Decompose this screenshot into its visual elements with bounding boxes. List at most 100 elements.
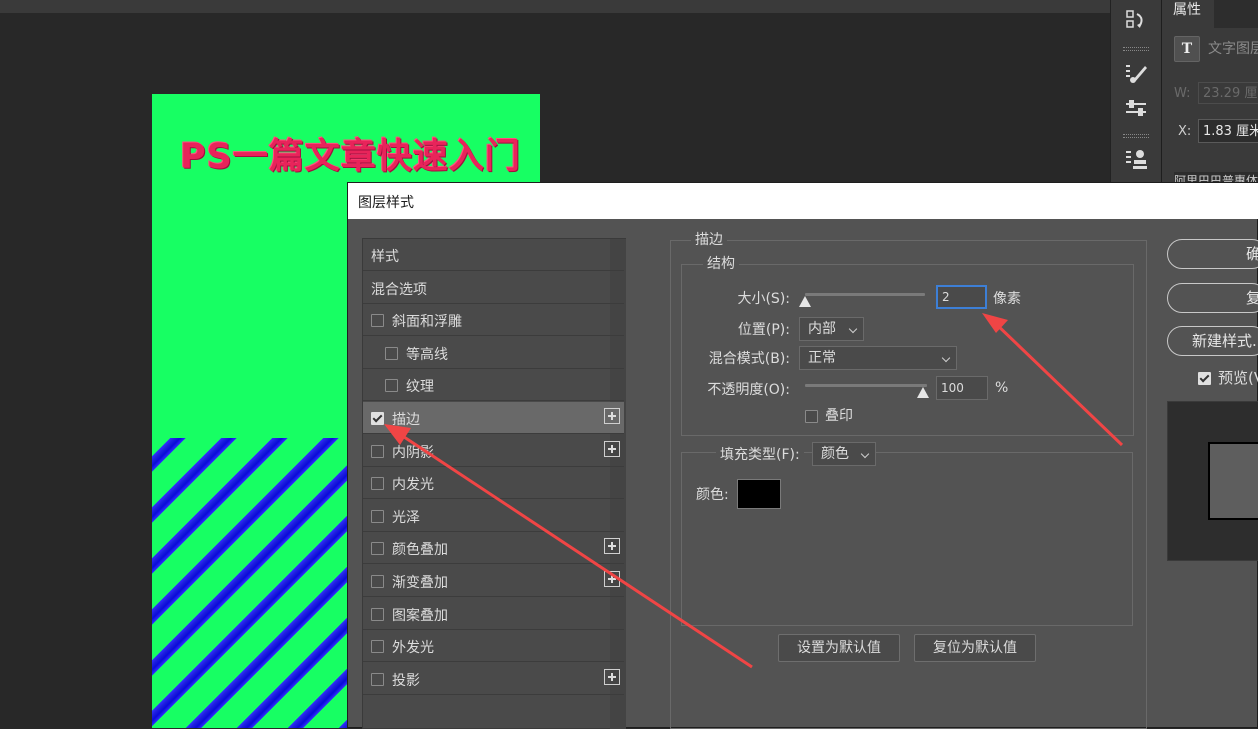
position-value: 内部 bbox=[808, 321, 836, 337]
x-field[interactable]: 1.83 厘米 bbox=[1198, 119, 1258, 143]
style-rows: 样式混合选项斜面和浮雕等高线纹理描边内阴影内发光光泽颜色叠加渐变叠加图案叠加外发… bbox=[362, 239, 624, 729]
style-item[interactable]: 颜色叠加 bbox=[363, 532, 624, 565]
style-item[interactable]: 图案叠加 bbox=[363, 598, 624, 630]
x-label: X: bbox=[1178, 124, 1192, 139]
add-effect-icon[interactable] bbox=[604, 571, 620, 587]
style-item[interactable]: 斜面和浮雕 bbox=[363, 304, 624, 337]
style-checkbox[interactable] bbox=[371, 444, 384, 458]
set-default-button[interactable]: 设置为默认值 bbox=[778, 634, 900, 662]
font-field[interactable]: 阿里巴巴普惠体 bbox=[1174, 172, 1258, 182]
fill-type-label: 填充类型(F): bbox=[716, 444, 804, 464]
style-item[interactable]: 纹理 bbox=[363, 369, 624, 402]
style-item-label: 内阴影 bbox=[392, 444, 434, 461]
style-item[interactable]: 样式 bbox=[363, 239, 624, 271]
layer-comps-icon[interactable] bbox=[1123, 8, 1149, 32]
style-item[interactable]: 混合选项 bbox=[363, 272, 624, 304]
color-label: 颜色: bbox=[696, 487, 729, 503]
preview-swatch bbox=[1208, 442, 1258, 520]
size-label: 大小(S): bbox=[737, 291, 790, 307]
style-item[interactable]: 内发光 bbox=[363, 467, 624, 500]
stroke-color-swatch[interactable] bbox=[737, 479, 781, 509]
dialog-titlebar[interactable]: 图层样式 bbox=[348, 183, 1258, 219]
opacity-input[interactable]: 100 bbox=[936, 376, 988, 400]
style-checkbox[interactable] bbox=[371, 672, 384, 686]
fill-type-value: 颜色 bbox=[821, 446, 849, 462]
opacity-label: 不透明度(O): bbox=[707, 382, 790, 398]
style-item-label: 投影 bbox=[392, 672, 420, 689]
add-effect-icon[interactable] bbox=[604, 668, 620, 685]
preview-checkbox[interactable] bbox=[1198, 372, 1211, 385]
style-checkbox[interactable] bbox=[371, 477, 384, 491]
new-style-button[interactable]: 新建样式... bbox=[1167, 326, 1258, 356]
reset-default-button[interactable]: 复位为默认值 bbox=[914, 634, 1036, 662]
style-checkbox[interactable] bbox=[371, 575, 384, 588]
style-item-label: 内发光 bbox=[392, 477, 434, 494]
add-effect-icon[interactable] bbox=[604, 538, 620, 555]
style-checkbox[interactable] bbox=[371, 640, 384, 654]
tab-properties[interactable]: 属性 bbox=[1162, 0, 1214, 28]
blend-mode-value: 正常 bbox=[808, 350, 836, 366]
panel-grip[interactable] bbox=[1123, 134, 1149, 138]
style-checkbox[interactable] bbox=[371, 607, 384, 621]
chevron-down-icon bbox=[848, 324, 858, 334]
opacity-unit: % bbox=[995, 380, 1009, 396]
overprint-label: 叠印 bbox=[825, 408, 853, 424]
brush-settings-icon[interactable] bbox=[1123, 61, 1149, 85]
add-effect-icon[interactable] bbox=[604, 440, 620, 457]
top-strip bbox=[0, 0, 1110, 13]
width-label: W: bbox=[1174, 86, 1191, 101]
blend-mode-label: 混合模式(B): bbox=[708, 351, 790, 367]
style-item-label: 图案叠加 bbox=[392, 607, 448, 624]
style-item[interactable]: 等高线 bbox=[363, 337, 624, 369]
size-slider-track[interactable] bbox=[805, 293, 925, 296]
layer-style-dialog: 图层样式 样式 混合选项 斜面和浮雕 等高线 纹理 描边 内阴影 内发光 光泽 颜色叠加 渐变叠加图… bbox=[347, 182, 1258, 729]
style-item[interactable]: 投影 bbox=[363, 663, 624, 695]
adjustments-icon[interactable] bbox=[1123, 97, 1149, 121]
text-layer-label: 文字图层 bbox=[1208, 41, 1258, 57]
reset-button[interactable]: 复位 bbox=[1167, 283, 1258, 313]
style-item[interactable]: 外发光 bbox=[363, 630, 624, 663]
size-input[interactable]: 2 bbox=[936, 285, 987, 309]
style-item[interactable]: 内阴影 bbox=[363, 435, 624, 467]
fill-type-select[interactable]: 颜色 bbox=[812, 442, 876, 466]
opacity-slider-track[interactable] bbox=[805, 384, 927, 387]
position-label: 位置(P): bbox=[737, 322, 790, 338]
style-item[interactable]: 渐变叠加 bbox=[363, 565, 624, 597]
style-item[interactable]: 描边 bbox=[363, 402, 624, 434]
size-unit: 像素 bbox=[993, 291, 1021, 307]
panel-grip[interactable] bbox=[1123, 47, 1149, 51]
style-item-label: 描边 bbox=[392, 412, 420, 428]
style-item-label: 纹理 bbox=[406, 379, 434, 396]
style-checkbox[interactable] bbox=[385, 346, 398, 360]
style-item-label: 等高线 bbox=[406, 346, 448, 363]
ok-button[interactable]: 确定 bbox=[1167, 239, 1258, 269]
size-slider-handle[interactable] bbox=[799, 296, 811, 307]
style-item-label: 颜色叠加 bbox=[392, 542, 448, 559]
clone-source-icon[interactable] bbox=[1123, 147, 1149, 171]
dialog-title: 图层样式 bbox=[358, 195, 414, 211]
artboard-title: PS一篇文章快速入门 bbox=[180, 137, 521, 177]
structure-group-label: 结构 bbox=[703, 253, 739, 273]
preview-thumbnail bbox=[1167, 401, 1258, 561]
style-checkbox[interactable] bbox=[371, 542, 384, 556]
style-item[interactable]: 光泽 bbox=[363, 500, 624, 532]
style-item-label: 外发光 bbox=[392, 640, 434, 657]
opacity-slider-handle[interactable] bbox=[917, 387, 929, 398]
style-checkbox[interactable] bbox=[371, 509, 384, 523]
overprint-checkbox[interactable] bbox=[805, 410, 818, 423]
style-item-label: 光泽 bbox=[392, 509, 420, 526]
chevron-down-icon bbox=[860, 449, 870, 459]
position-select[interactable]: 内部 bbox=[799, 317, 864, 341]
width-field[interactable]: 23.29 厘米 bbox=[1198, 82, 1258, 104]
style-item-label: 渐变叠加 bbox=[392, 575, 448, 591]
add-effect-icon[interactable] bbox=[604, 408, 620, 424]
stroke-group-label: 描边 bbox=[691, 229, 727, 249]
style-checkbox[interactable] bbox=[371, 412, 384, 425]
style-item-label: 样式 bbox=[371, 249, 399, 265]
style-item-label: 混合选项 bbox=[371, 281, 427, 298]
chevron-down-icon bbox=[941, 353, 951, 363]
preview-label: 预览(V) bbox=[1218, 369, 1258, 387]
style-checkbox[interactable] bbox=[385, 379, 398, 393]
blend-mode-select[interactable]: 正常 bbox=[799, 346, 957, 370]
style-checkbox[interactable] bbox=[371, 314, 384, 328]
